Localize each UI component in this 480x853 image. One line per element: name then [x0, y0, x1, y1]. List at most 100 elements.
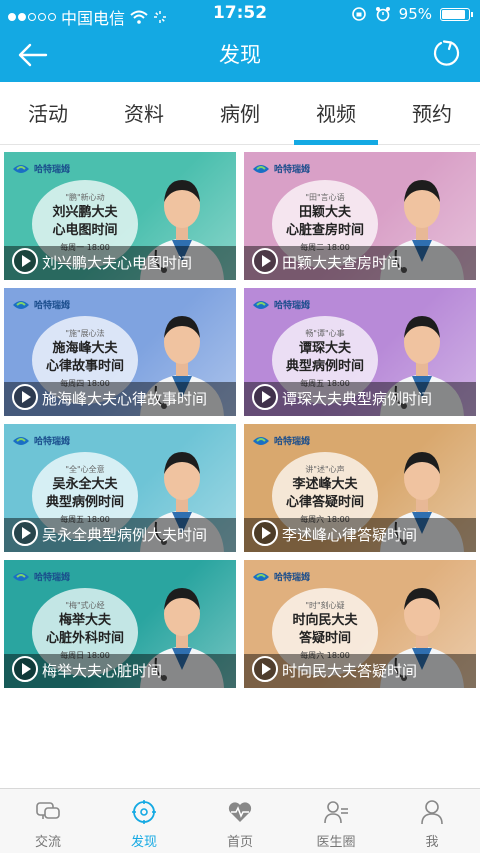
video-card[interactable]: 哈特瑞姆 "时"刻心疑 时向民大夫 答疑时间 每周六 18:00 时向民大夫答疑时间 — [244, 560, 476, 688]
chat-icon — [36, 802, 60, 819]
brand-logo: 哈特瑞姆 — [12, 434, 70, 447]
nav-label: 交流 — [34, 835, 61, 850]
bottom-nav: 交流 发现 首页 医生圈 我 — [0, 788, 480, 853]
video-title: 谭琛大夫典型病例时间 — [282, 390, 433, 408]
video-card[interactable]: 哈特瑞姆 "全"心全意 吴永全大夫 典型病例时间 每周五 18:00 吴永全典型病例大夫时… — [4, 424, 236, 552]
doctor-circle-icon — [324, 801, 348, 824]
play-icon[interactable] — [252, 520, 278, 546]
brand-logo-text: 哈特瑞姆 — [274, 301, 311, 311]
tab-materials[interactable]: 资料 — [96, 82, 192, 144]
brand-logo: 哈特瑞姆 — [252, 298, 310, 311]
promo-title: 田颖大夫 — [298, 205, 351, 220]
promo-tag: "梅"式心经 — [65, 601, 105, 610]
tab-label: 预约 — [412, 102, 452, 126]
brand-logo-icon — [13, 164, 29, 173]
battery-percent: 95% — [398, 5, 432, 23]
brand-logo-text: 哈特瑞姆 — [34, 165, 71, 175]
brand-logo-icon — [13, 436, 29, 445]
nav-item-doctor-circle[interactable]: 医生圈 — [288, 789, 384, 853]
nav-label: 首页 — [226, 835, 253, 850]
promo-subtitle: 典型病例时间 — [285, 359, 364, 374]
compass-icon — [132, 800, 156, 824]
tab-activity[interactable]: 活动 — [0, 82, 96, 144]
promo-title: 梅举大夫 — [58, 613, 111, 628]
promo-subtitle: 典型病例时间 — [45, 495, 124, 510]
brand-logo: 哈特瑞姆 — [12, 162, 70, 175]
video-card[interactable]: 哈特瑞姆 畅"谭"心事 谭琛大夫 典型病例时间 每周五 18:00 谭琛大夫典型病例时间 — [244, 288, 476, 416]
alarm-icon — [375, 7, 390, 22]
brand-logo: 哈特瑞姆 — [12, 298, 70, 311]
video-title: 梅举大夫心脏时间 — [42, 662, 163, 680]
nav-item-discover[interactable]: 发现 — [96, 789, 192, 853]
play-icon[interactable] — [12, 520, 38, 546]
refresh-icon[interactable] — [432, 38, 462, 68]
brand-logo-text: 哈特瑞姆 — [34, 301, 71, 311]
page-title: 发现 — [219, 43, 261, 67]
brand-logo: 哈特瑞姆 — [252, 434, 310, 447]
promo-title: 刘兴鹏大夫 — [52, 205, 118, 220]
promo-title: 吴永全大夫 — [52, 477, 118, 492]
heart-pulse-icon — [228, 802, 252, 822]
tab-cases[interactable]: 病例 — [192, 82, 288, 144]
video-card[interactable]: 哈特瑞姆 "梅"式心经 梅举大夫 心脏外科时间 每周日 18:00 梅举大夫心脏时间 — [4, 560, 236, 688]
brand-logo-text: 哈特瑞姆 — [274, 573, 311, 583]
play-icon[interactable] — [252, 384, 278, 410]
status-right: 95% — [351, 5, 473, 23]
video-title: 刘兴鹏大夫心电图时间 — [42, 254, 193, 272]
nav-label: 发现 — [130, 835, 157, 850]
promo-subtitle: 心脏查房时间 — [285, 223, 364, 238]
brand-logo-icon — [253, 164, 269, 173]
nav-item-chat[interactable]: 交流 — [0, 789, 96, 853]
top-bar: 中国电信 17:52 95% 发现 — [0, 0, 480, 82]
video-title: 李述峰心律答疑时间 — [282, 526, 418, 544]
nav-label: 医生圈 — [316, 835, 356, 850]
promo-title: 谭琛大夫 — [298, 341, 351, 356]
rotation-lock-icon — [351, 7, 366, 21]
promo-title: 施海峰大夫 — [52, 341, 118, 356]
promo-subtitle: 心脏外科时间 — [45, 631, 124, 646]
promo-tag: 讲"述"心声 — [305, 465, 345, 474]
active-tab-indicator — [294, 140, 378, 145]
video-card[interactable]: 哈特瑞姆 "施"展心法 施海峰大夫 心律故事时间 每周四 18:00 施海峰大夫心律故事时… — [4, 288, 236, 416]
promo-tag: "施"展心法 — [65, 329, 105, 338]
promo-subtitle: 心律故事时间 — [45, 359, 124, 374]
video-card[interactable]: 哈特瑞姆 "鹏"新心动 刘兴鹏大夫 心电图时间 每周一 18:00 刘兴鹏大夫心电图时间 — [4, 152, 236, 280]
battery-icon — [440, 7, 473, 21]
brand-logo-text: 哈特瑞姆 — [34, 437, 71, 447]
brand-logo-icon — [253, 572, 269, 581]
nav-item-me[interactable]: 我 — [384, 789, 480, 853]
brand-logo: 哈特瑞姆 — [252, 162, 310, 175]
brand-logo: 哈特瑞姆 — [12, 570, 70, 583]
promo-subtitle: 答疑时间 — [298, 631, 351, 646]
promo-tag: "全"心全意 — [65, 465, 105, 474]
promo-subtitle: 心律答疑时间 — [285, 495, 364, 510]
nav-item-home[interactable]: 首页 — [192, 789, 288, 853]
brand-logo-text: 哈特瑞姆 — [274, 437, 311, 447]
nav-label: 我 — [425, 835, 439, 850]
status-bar: 中国电信 17:52 95% — [0, 0, 480, 28]
tab-bar: 活动 资料 病例 视频 预约 — [0, 82, 480, 145]
promo-subtitle: 心电图时间 — [52, 223, 118, 238]
video-card[interactable]: 哈特瑞姆 讲"述"心声 李述峰大夫 心律答疑时间 每周六 18:00 李述峰心律答疑时间 — [244, 424, 476, 552]
promo-title: 时向民大夫 — [292, 613, 358, 628]
tab-label: 病例 — [220, 102, 260, 126]
play-icon[interactable] — [252, 248, 278, 274]
video-title: 田颖大夫查房时间 — [282, 254, 403, 272]
tab-videos[interactable]: 视频 — [288, 82, 384, 145]
promo-tag: "鹏"新心动 — [65, 193, 105, 202]
play-icon[interactable] — [12, 656, 38, 682]
promo-tag: "时"刻心疑 — [305, 601, 345, 610]
video-title: 施海峰大夫心律故事时间 — [42, 390, 208, 408]
tab-label: 资料 — [124, 102, 164, 126]
play-icon[interactable] — [12, 248, 38, 274]
video-card[interactable]: 哈特瑞姆 "田"言心语 田颖大夫 心脏查房时间 每周二 18:00 田颖大夫查房时间 — [244, 152, 476, 280]
person-icon — [421, 800, 443, 825]
tab-appointments[interactable]: 预约 — [384, 82, 480, 144]
battery-fill — [442, 9, 465, 19]
play-icon[interactable] — [252, 656, 278, 682]
brand-logo-icon — [253, 300, 269, 309]
brand-logo: 哈特瑞姆 — [252, 570, 310, 583]
brand-logo-text: 哈特瑞姆 — [274, 165, 311, 175]
play-icon[interactable] — [12, 384, 38, 410]
brand-logo-icon — [13, 572, 29, 581]
